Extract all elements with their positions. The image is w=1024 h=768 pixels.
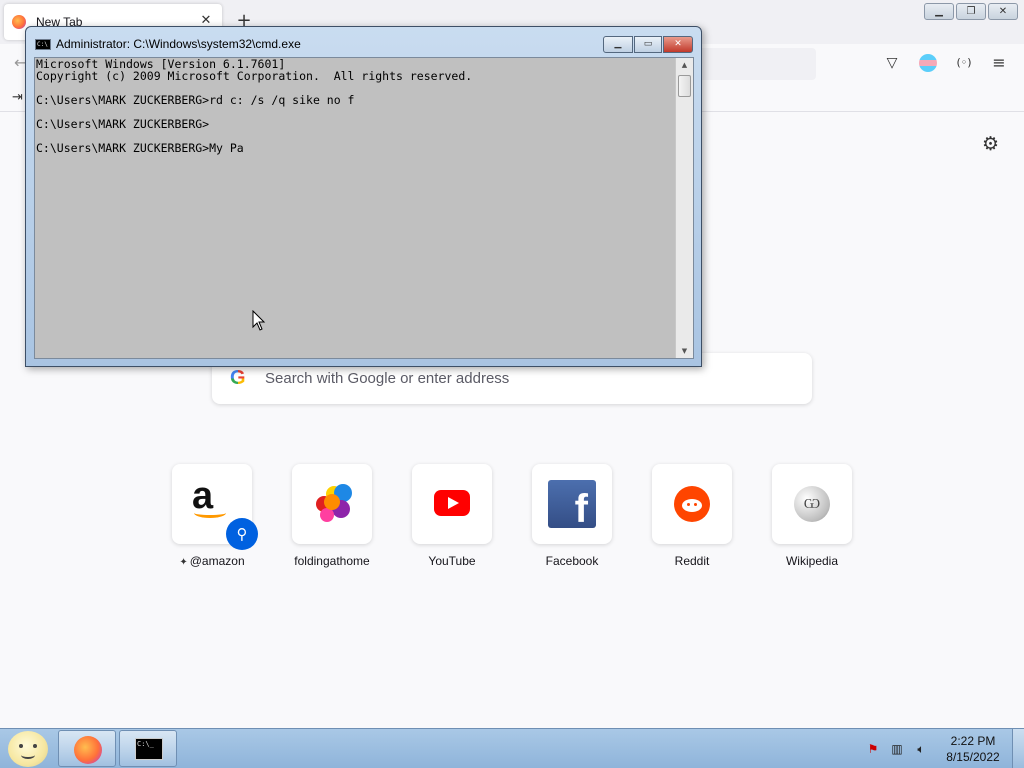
cmd-window-controls: ▁ ▭ ✕ — [603, 36, 693, 53]
taskbar: C:\_ ⚑ ▥ 🔈︎ 2:22 PM 8/15/2022 — [0, 728, 1024, 768]
search-placeholder: Search with Google or enter address — [265, 370, 510, 387]
start-button[interactable] — [8, 731, 48, 767]
show-desktop-button[interactable] — [1012, 729, 1024, 768]
google-icon: G — [230, 367, 246, 389]
close-window-button[interactable]: ✕ — [988, 3, 1018, 20]
restore-button[interactable]: ❐ — [956, 3, 986, 20]
cmd-maximize-button[interactable]: ▭ — [634, 36, 662, 53]
extensions-icon[interactable]: (◦) — [955, 54, 973, 72]
shortcut-amazon[interactable]: a ⚲ ✦ @amazon — [172, 464, 258, 568]
facebook-icon: f — [548, 480, 596, 528]
cmd-output[interactable]: Microsoft Windows [Version 6.1.7601] Copy… — [36, 58, 676, 358]
youtube-icon — [434, 490, 470, 516]
shortcut-youtube[interactable]: YouTube — [412, 464, 492, 568]
taskbar-cmd[interactable]: C:\_ — [119, 730, 177, 767]
mouse-pointer-icon — [252, 310, 266, 331]
cmd-line: C:\Users\MARK ZUCKERBERG>rd c: /s /q sik… — [36, 93, 355, 107]
shortcut-reddit[interactable]: Reddit — [652, 464, 732, 568]
amazon-smile-icon — [194, 508, 226, 518]
cmd-line: Copyright (c) 2009 Microsoft Corporation… — [36, 69, 473, 83]
search-shortcut-icon: ⚲ — [226, 518, 258, 550]
foldingathome-icon — [310, 482, 354, 526]
scroll-thumb[interactable] — [678, 75, 691, 97]
cmd-title-bar[interactable]: C:\ Administrator: C:\Windows\system32\c… — [26, 27, 701, 57]
cmd-scrollbar[interactable]: ▲ ▼ — [675, 58, 693, 358]
minimize-button[interactable]: ▁ — [924, 3, 954, 20]
cmd-window-title: Administrator: C:\Windows\system32\cmd.e… — [56, 37, 301, 51]
address-bar[interactable] — [698, 48, 816, 80]
network-icon[interactable]: ▥ — [890, 742, 904, 757]
pocket-icon[interactable]: ▽ — [883, 54, 901, 72]
cmd-close-button[interactable]: ✕ — [663, 36, 693, 53]
firefox-icon — [74, 736, 102, 764]
shortcut-wikipedia[interactable]: Ѡ Wikipedia — [772, 464, 852, 568]
hamburger-menu-icon[interactable]: ≡ — [990, 54, 1008, 72]
scroll-up-arrow-icon[interactable]: ▲ — [676, 58, 693, 72]
firefox-icon — [12, 15, 26, 29]
reddit-icon — [674, 486, 710, 522]
cmd-window[interactable]: C:\ Administrator: C:\Windows\system32\c… — [25, 26, 702, 367]
top-sites: a ⚲ ✦ @amazon foldingathome YouTube f Fac… — [172, 464, 872, 574]
cmd-icon: C:\ — [35, 39, 51, 50]
shortcut-facebook[interactable]: f Facebook — [532, 464, 612, 568]
cmd-minimize-button[interactable]: ▁ — [603, 36, 633, 53]
shortcut-label: ✦ @amazon — [142, 554, 282, 568]
taskbar-firefox[interactable] — [58, 730, 116, 767]
clock-date: 8/15/2022 — [946, 750, 1000, 764]
system-tray: ⚑ ▥ 🔈︎ — [866, 742, 928, 757]
scroll-down-arrow-icon[interactable]: ▼ — [676, 344, 693, 358]
cmd-line: C:\Users\MARK ZUCKERBERG>My Pa — [36, 141, 244, 155]
volume-icon[interactable]: 🔈︎ — [914, 742, 928, 757]
clock-time: 2:22 PM — [950, 734, 996, 748]
shortcut-label: Facebook — [545, 554, 599, 568]
shortcut-label: foldingathome — [294, 554, 370, 568]
cmd-console[interactable]: Microsoft Windows [Version 6.1.7601] Copy… — [34, 57, 694, 359]
import-bookmarks-icon[interactable]: ⇥ — [12, 90, 23, 105]
settings-gear-icon[interactable]: ⚙ — [982, 133, 999, 155]
action-center-flag-icon[interactable]: ⚑ — [866, 742, 880, 757]
shortcut-label-text: @amazon — [189, 554, 245, 568]
account-icon[interactable] — [919, 54, 937, 72]
window-controls: ▁ ❐ ✕ — [924, 3, 1018, 20]
wikipedia-icon: Ѡ — [794, 486, 830, 522]
shortcut-label: Reddit — [674, 554, 710, 568]
cmd-icon: C:\_ — [135, 738, 163, 760]
cmd-line: C:\Users\MARK ZUCKERBERG> — [36, 117, 210, 131]
shortcut-label: YouTube — [428, 554, 476, 568]
pin-icon: ✦ — [179, 557, 188, 568]
shortcut-foldingathome[interactable]: foldingathome — [292, 464, 372, 568]
clock[interactable]: 2:22 PM 8/15/2022 — [940, 733, 1006, 765]
shortcut-label: Wikipedia — [785, 554, 839, 568]
